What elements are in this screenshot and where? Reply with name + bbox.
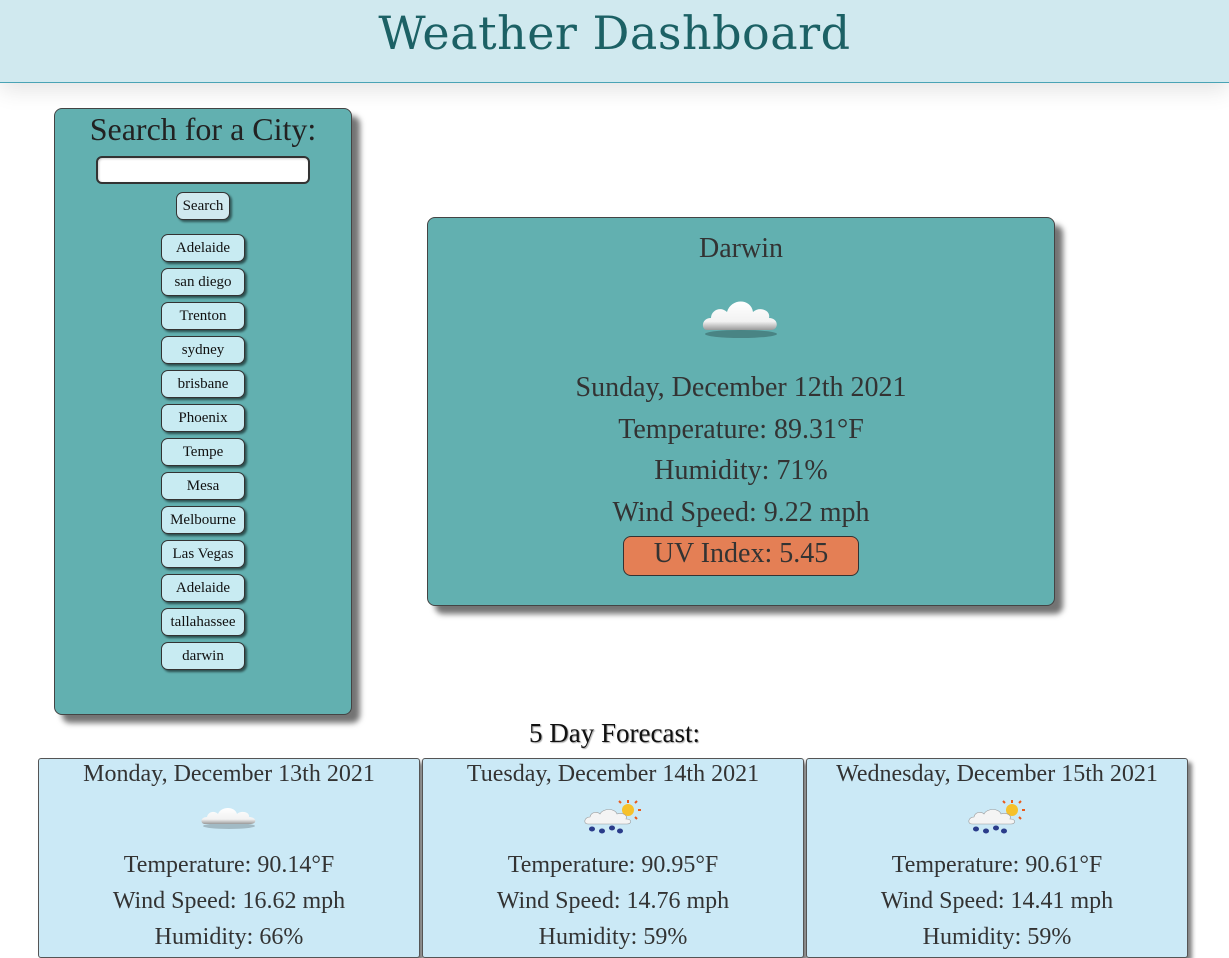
history-city-button[interactable]: tallahassee <box>161 608 245 636</box>
history-city-button[interactable]: Adelaide <box>161 574 245 602</box>
history-city-button[interactable]: darwin <box>161 642 245 670</box>
history-city-button[interactable]: Trenton <box>161 302 245 330</box>
forecast-title: 5 Day Forecast: <box>529 718 700 748</box>
forecast-humidity: Humidity: 59% <box>922 924 1072 950</box>
forecast-wind-speed: Wind Speed: 14.41 mph <box>880 888 1114 914</box>
forecast-wind-speed: Wind Speed: 14.76 mph <box>496 888 730 914</box>
current-temperature: Temperature: 89.31°F <box>618 413 864 445</box>
page-header: Weather Dashboard <box>0 0 1229 83</box>
forecast-date: Tuesday, December 14th 2021 <box>466 761 760 787</box>
history-city-button[interactable]: brisbane <box>161 370 245 398</box>
current-wind-speed: Wind Speed: 9.22 mph <box>612 496 870 528</box>
search-button[interactable]: Search <box>175 192 231 220</box>
uv-index-badge: UV Index: 5.45 <box>623 536 859 576</box>
forecast-temperature: Temperature: 90.61°F <box>891 852 1103 878</box>
search-panel: Search for a City: Search Adelaide san d… <box>54 108 352 715</box>
history-city-button[interactable]: Mesa <box>161 472 245 500</box>
forecast-card: Tuesday, December 14th 2021 Temperature:… <box>422 758 804 958</box>
history-city-button[interactable]: Melbourne <box>161 506 245 534</box>
cloud-icon <box>428 288 1054 358</box>
forecast-wind-speed: Wind Speed: 16.62 mph <box>112 888 346 914</box>
history-city-button[interactable]: san diego <box>161 268 245 296</box>
forecast-date: Monday, December 13th 2021 <box>83 761 375 787</box>
rain-sun-icon <box>807 800 1187 844</box>
forecast-date: Wednesday, December 15th 2021 <box>836 761 1158 787</box>
search-panel-title: Search for a City: <box>89 111 317 147</box>
page-title: Weather Dashboard <box>378 6 851 60</box>
forecast-card: Wednesday, December 15th 2021 Temperatur… <box>806 758 1188 958</box>
rain-sun-icon <box>423 800 803 844</box>
history-city-button[interactable]: Phoenix <box>161 404 245 432</box>
current-city-name: Darwin <box>699 233 783 264</box>
forecast-temperature: Temperature: 90.95°F <box>507 852 719 878</box>
current-weather-card: Darwin Sunday, December 12th 2021 Temper… <box>427 217 1055 606</box>
history-city-button[interactable]: Las Vegas <box>161 540 245 568</box>
history-city-button[interactable]: Adelaide <box>161 234 245 262</box>
city-search-input[interactable] <box>96 156 310 184</box>
cloud-icon <box>39 800 419 844</box>
history-city-button[interactable]: sydney <box>161 336 245 364</box>
forecast-row: Monday, December 13th 2021 Temperature: … <box>38 758 1190 958</box>
forecast-humidity: Humidity: 59% <box>538 924 688 950</box>
current-humidity: Humidity: 71% <box>654 455 828 486</box>
history-city-button[interactable]: Tempe <box>161 438 245 466</box>
forecast-humidity: Humidity: 66% <box>154 924 304 950</box>
forecast-temperature: Temperature: 90.14°F <box>123 852 335 878</box>
current-date: Sunday, December 12th 2021 <box>575 372 907 403</box>
forecast-card: Monday, December 13th 2021 Temperature: … <box>38 758 420 958</box>
search-history-list: Adelaide san diego Trenton sydney brisba… <box>55 234 351 670</box>
